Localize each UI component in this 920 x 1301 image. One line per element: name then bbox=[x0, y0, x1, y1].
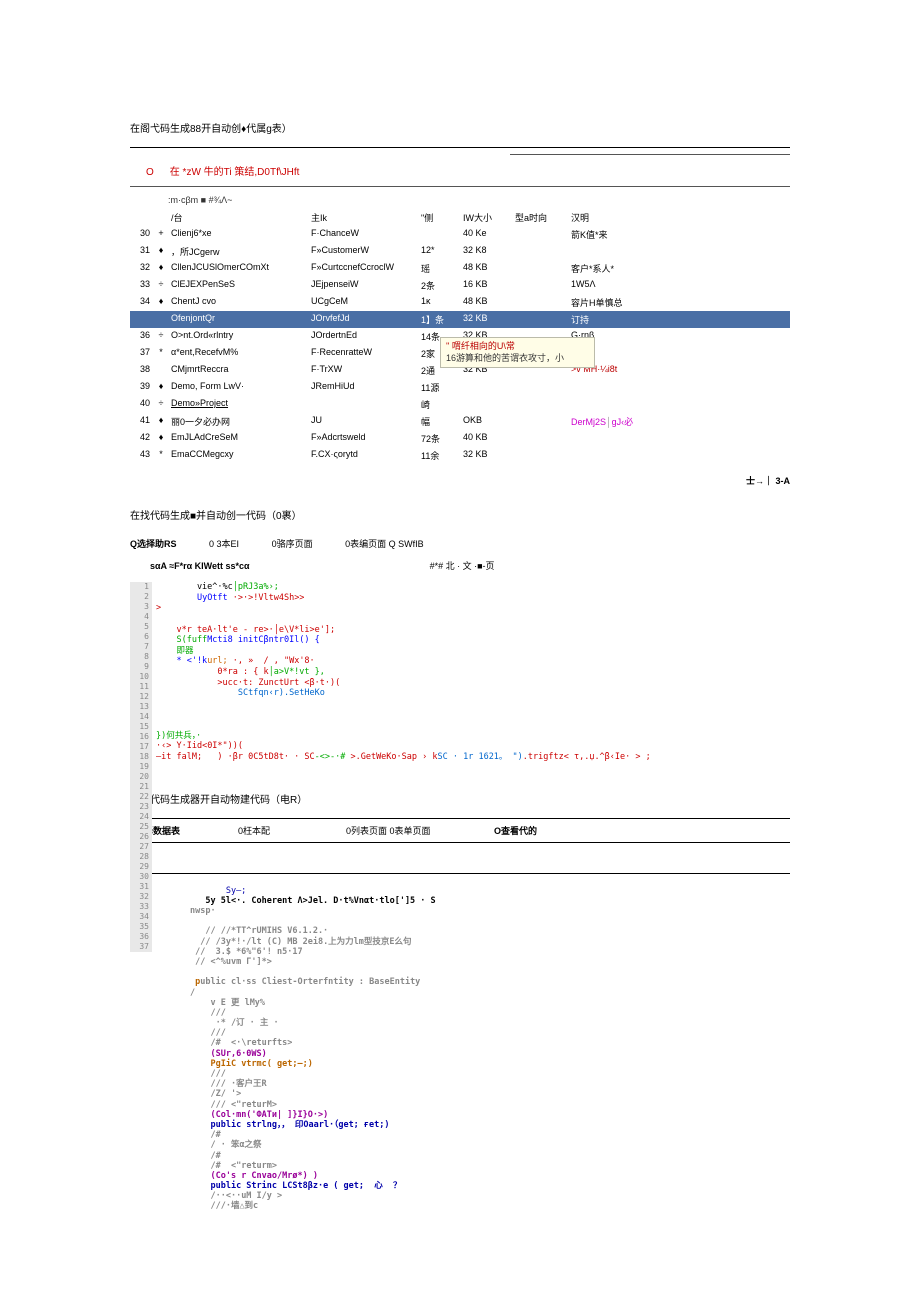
section2-opts: Q选择助RS 0 3本EI 0骆序页面 0表编页面 Q SWfIB bbox=[130, 534, 790, 553]
th-size: IW大小 bbox=[460, 209, 512, 226]
section2-caption: sαA ≈F*rα KlWett ss*cα#*# 北 · 文 ·■-页 bbox=[130, 553, 790, 578]
section1-meta: :m·cβm ■ #¾Λ~ bbox=[130, 191, 790, 209]
section3-title: 在遣代码生成器开自动物建代码（电R） bbox=[130, 791, 790, 806]
table-row[interactable]: OfenjontQrJOrvfefJd1】条32 KB订持 bbox=[130, 311, 790, 328]
table-row[interactable]: 33÷ClEJEXPenSeSJEjpenseiW2条16 KB1W5Λ bbox=[130, 277, 790, 294]
th-type: 主Ik bbox=[308, 209, 418, 226]
table-row[interactable]: 34♦ChentJ cvoUCgCeM1κ48 KB容片H单慎总 bbox=[130, 294, 790, 311]
section1-footer: 士→｜ 3-A bbox=[130, 474, 790, 487]
section-3: 在遣代码生成器开自动物建代码（电R） 0选择数据表 0枉本配 0列表页面 0表单… bbox=[130, 791, 790, 1212]
section1-title: 在阁弋码生成88开自动创♦代属g表） bbox=[130, 120, 790, 135]
th-desc: 汉明 bbox=[568, 209, 790, 226]
table-row[interactable]: 40÷Demo»Project崎 bbox=[130, 396, 790, 413]
table-row[interactable]: 41♦丽0一夕必办网JU幅OKBDerMj2S│gJ‹必 bbox=[130, 413, 790, 430]
section-1: 在阁弋码生成88开自动创♦代属g表） O在 *zW 牛的Ti 策结,D0Tf\J… bbox=[130, 120, 790, 487]
th-time: 型a时向 bbox=[512, 209, 568, 226]
table-row[interactable]: 31♦，所JCgerwF»CustomerW12*32 K8 bbox=[130, 243, 790, 260]
table-row[interactable]: 42♦EmJLAdCreSeMF»Adcrtsweld72条40 KB bbox=[130, 430, 790, 447]
code-block-1: 1234567891011121314151617181920212223242… bbox=[130, 582, 790, 771]
section-2: 在找代码生成■并自动创一代码（0裹） Q选择助RS 0 3本EI 0骆序页面 0… bbox=[130, 507, 790, 771]
table-row[interactable]: 43*EmaCCMegcxyF.CX·ςorytd11余32 KB bbox=[130, 447, 790, 464]
th-name: /台 bbox=[168, 209, 308, 226]
table-row[interactable]: 30+Clienj6*xeF·ChanceW40 Ke箭K值*来 bbox=[130, 226, 790, 243]
code-block-2: Sy—; 5y 5l<·. Coherent Λ>Jel. D·t%Vnαt·t… bbox=[130, 886, 790, 1212]
table-row[interactable]: 32♦CllenJCUSlOmerCOmXtF»CurtccnefCcroclW… bbox=[130, 260, 790, 277]
section1-subtitle: O在 *zW 牛的Ti 策结,D0Tf\JHft bbox=[130, 159, 790, 182]
tooltip: '' 喟纤相向的U\常 16游算和他的苦谓衣攻寸，小 bbox=[440, 337, 595, 368]
section3-opts: 0选择数据表 0枉本配 0列表页面 0表单页面 O查看代的 bbox=[130, 821, 790, 840]
th-c3: "侧 bbox=[418, 209, 460, 226]
section2-title: 在找代码生成■并自动创一代码（0裹） bbox=[130, 507, 790, 522]
table-row[interactable]: 39♦Demo, Form LwV·JRemHiUd11源 bbox=[130, 379, 790, 396]
